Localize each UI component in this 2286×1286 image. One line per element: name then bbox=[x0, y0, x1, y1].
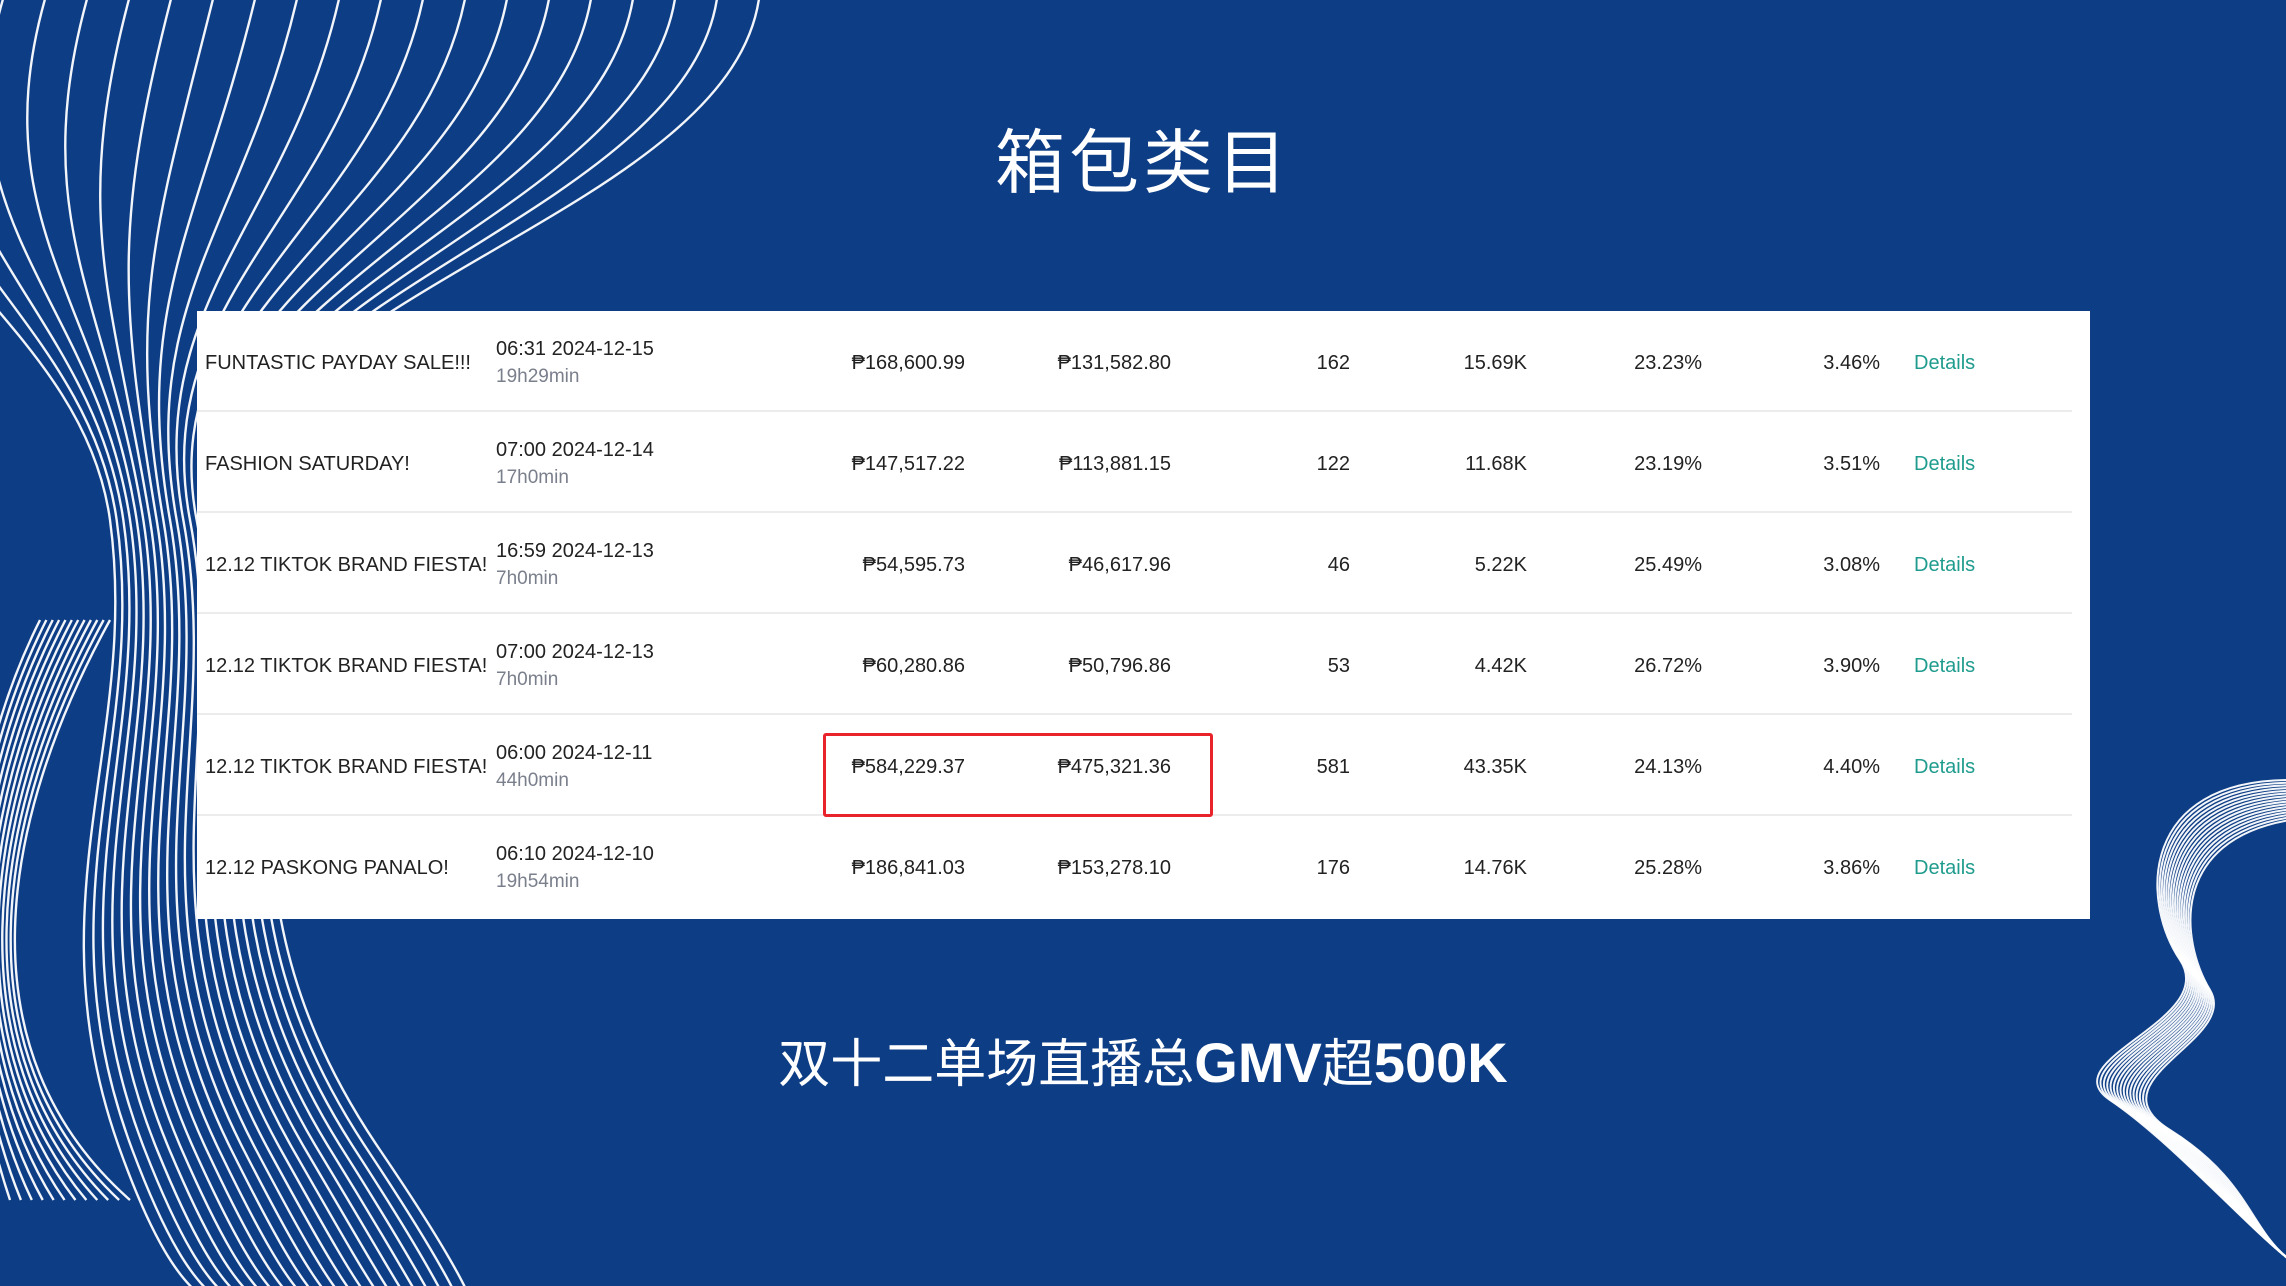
table-row: 12.12 TIKTOK BRAND FIESTA! 07:00 2024-12… bbox=[197, 614, 2072, 715]
gmv-value: ₱147,517.22 bbox=[851, 453, 965, 475]
duration: 44h0min bbox=[496, 770, 569, 791]
gmv-value: ₱186,841.03 bbox=[851, 857, 965, 879]
start-time: 06:00 2024-12-11 bbox=[496, 742, 653, 764]
rate-value-2: 3.08% bbox=[1823, 554, 1880, 576]
duration: 19h29min bbox=[496, 366, 580, 387]
details-link[interactable]: Details bbox=[1914, 452, 1975, 476]
live-sessions-table: FUNTASTIC PAYDAY SALE!!! 06:31 2024-12-1… bbox=[197, 311, 2090, 919]
caption-text: 双十二单场直播总 bbox=[778, 1035, 1195, 1095]
session-name: 12.12 TIKTOK BRAND FIESTA! bbox=[205, 756, 488, 778]
start-time: 07:00 2024-12-14 bbox=[496, 439, 654, 461]
rate-value-2: 3.86% bbox=[1823, 857, 1880, 879]
net-value: ₱113,881.15 bbox=[1059, 453, 1171, 475]
gmv-value: ₱60,280.86 bbox=[862, 655, 965, 677]
start-time: 06:10 2024-12-10 bbox=[496, 843, 654, 865]
rate-value: 24.13% bbox=[1634, 756, 1702, 778]
rate-value-2: 3.46% bbox=[1823, 352, 1880, 374]
page-title: 箱包类目 bbox=[995, 122, 1291, 204]
net-value: ₱46,617.96 bbox=[1068, 554, 1171, 576]
orders-value: 46 bbox=[1327, 554, 1350, 576]
rate-value-2: 3.51% bbox=[1823, 453, 1880, 475]
net-value: ₱131,582.80 bbox=[1057, 352, 1171, 374]
duration: 17h0min bbox=[496, 467, 569, 488]
rate-value: 23.23% bbox=[1634, 352, 1702, 374]
rate-value: 25.49% bbox=[1634, 554, 1702, 576]
rate-value-2: 4.40% bbox=[1823, 756, 1880, 778]
gmv-value: ₱54,595.73 bbox=[862, 554, 965, 576]
session-name: 12.12 PASKONG PANALO! bbox=[205, 857, 449, 879]
table-row: FASHION SATURDAY! 07:00 2024-12-14 17h0mi… bbox=[197, 412, 2072, 513]
rate-value: 26.72% bbox=[1634, 655, 1702, 677]
duration: 7h0min bbox=[496, 669, 559, 690]
orders-value: 162 bbox=[1316, 352, 1350, 374]
summary-caption: 双十二单场直播总GMV超500K bbox=[0, 1028, 2286, 1100]
details-link[interactable]: Details bbox=[1914, 755, 1975, 779]
orders-value: 581 bbox=[1316, 756, 1350, 778]
session-name: 12.12 TIKTOK BRAND FIESTA! bbox=[205, 554, 488, 576]
session-time: 06:10 2024-12-10 19h54min bbox=[496, 842, 654, 894]
orders-value: 122 bbox=[1316, 453, 1350, 475]
details-link[interactable]: Details bbox=[1914, 654, 1975, 678]
start-time: 16:59 2024-12-13 bbox=[496, 540, 654, 562]
details-link[interactable]: Details bbox=[1914, 351, 1975, 375]
details-link[interactable]: Details bbox=[1914, 553, 1975, 577]
table-row: 12.12 TIKTOK BRAND FIESTA! 16:59 2024-12… bbox=[197, 513, 2072, 614]
session-time: 07:00 2024-12-13 7h0min bbox=[496, 640, 654, 692]
session-time: 07:00 2024-12-14 17h0min bbox=[496, 438, 654, 490]
caption-value: 500K bbox=[1373, 1031, 1508, 1094]
duration: 7h0min bbox=[496, 568, 559, 589]
table-row: FUNTASTIC PAYDAY SALE!!! 06:31 2024-12-1… bbox=[197, 311, 2072, 412]
start-time: 06:31 2024-12-15 bbox=[496, 338, 654, 360]
session-time: 06:31 2024-12-15 19h29min bbox=[496, 337, 654, 389]
session-name: FUNTASTIC PAYDAY SALE!!! bbox=[205, 352, 471, 374]
rate-value: 25.28% bbox=[1634, 857, 1702, 879]
table-row: 12.12 PASKONG PANALO! 06:10 2024-12-10 19… bbox=[197, 816, 2072, 917]
caption-text-2: 超 bbox=[1321, 1035, 1374, 1095]
duration: 19h54min bbox=[496, 871, 580, 892]
session-name: 12.12 TIKTOK BRAND FIESTA! bbox=[205, 655, 488, 677]
rate-value: 23.19% bbox=[1634, 453, 1702, 475]
net-value: ₱153,278.10 bbox=[1057, 857, 1171, 879]
net-value: ₱50,796.86 bbox=[1068, 655, 1171, 677]
session-name: FASHION SATURDAY! bbox=[205, 453, 410, 475]
gmv-value: ₱168,600.99 bbox=[851, 352, 965, 374]
start-time: 07:00 2024-12-13 bbox=[496, 641, 654, 663]
session-time: 06:00 2024-12-11 44h0min bbox=[496, 741, 652, 793]
orders-value: 176 bbox=[1316, 857, 1350, 879]
details-link[interactable]: Details bbox=[1914, 856, 1975, 880]
caption-metric: GMV bbox=[1194, 1031, 1322, 1094]
orders-value: 53 bbox=[1327, 655, 1350, 677]
rate-value-2: 3.90% bbox=[1823, 655, 1880, 677]
session-time: 16:59 2024-12-13 7h0min bbox=[496, 539, 654, 591]
highlight-box bbox=[823, 733, 1213, 817]
